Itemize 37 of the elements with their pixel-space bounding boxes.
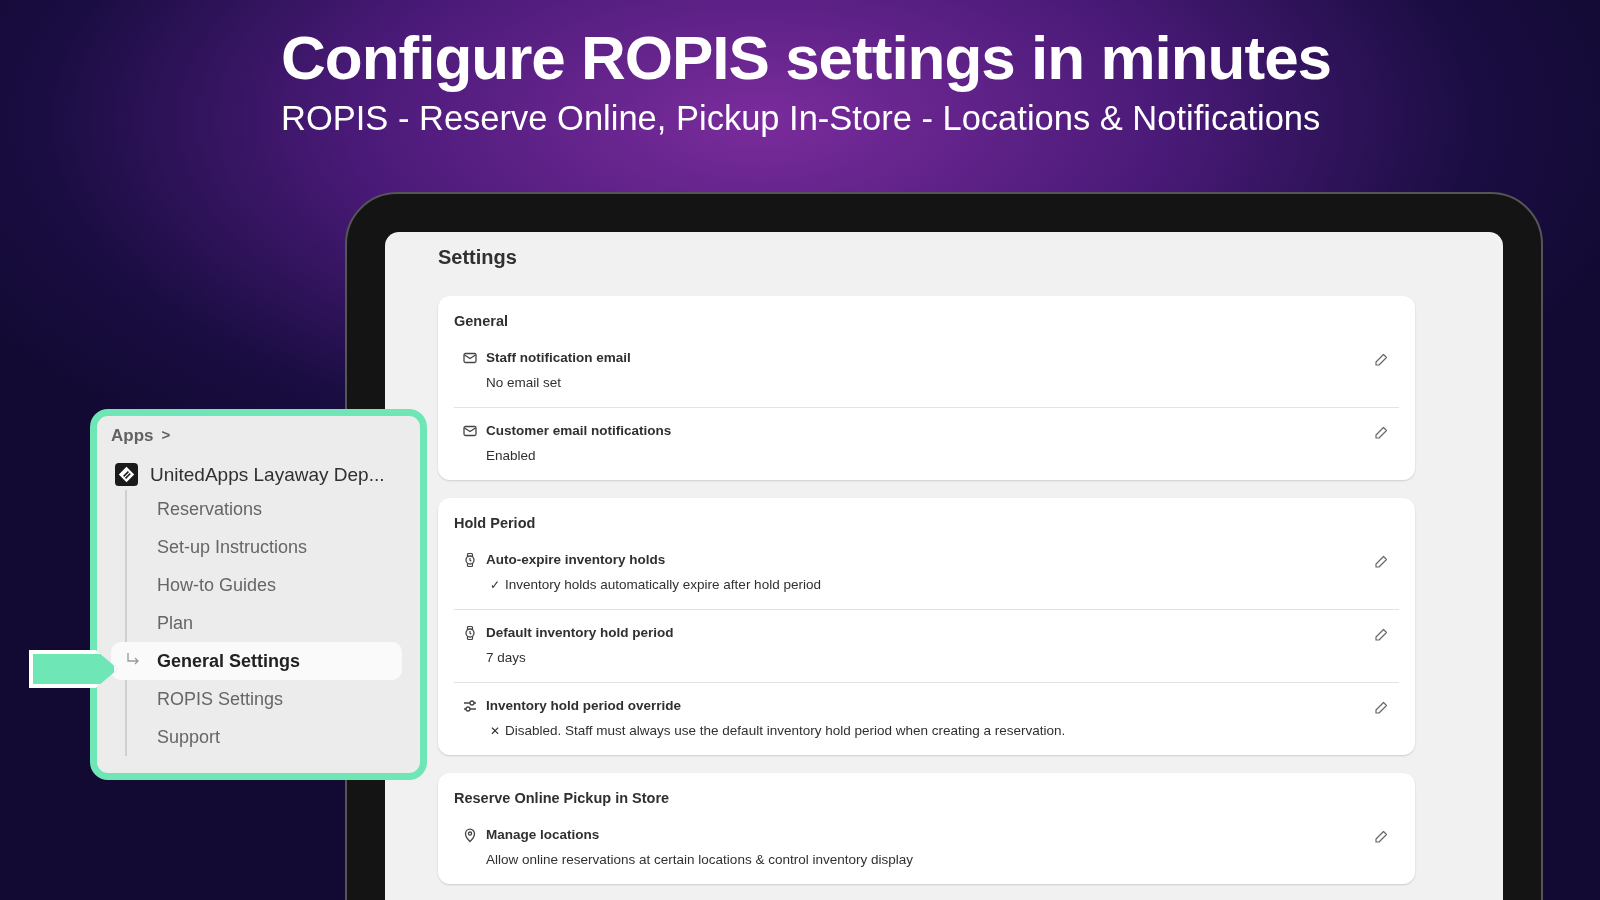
app-logo-icon	[115, 463, 138, 486]
setting-value: Inventory holds automatically expire after hold period	[505, 577, 821, 592]
page-title: Settings	[438, 246, 518, 269]
nav-item[interactable]: ROPIS Settings	[127, 680, 402, 718]
nav-item[interactable]: General Settings	[111, 642, 402, 680]
setting-value: Allow online reservations at certain locations & control inventory display	[486, 852, 913, 867]
app-name[interactable]: UnitedApps Layaway Dep...	[150, 463, 385, 486]
setting-value: No email set	[486, 375, 562, 390]
setting-title: Auto-expire inventory holds	[486, 552, 667, 567]
chevron-icon: >	[161, 426, 171, 446]
setting-value: Enabled	[486, 448, 536, 463]
sliders-icon	[462, 698, 478, 714]
watch-icon	[462, 625, 478, 641]
mail-icon	[462, 423, 478, 439]
setting-title: Default inventory hold period	[486, 625, 675, 640]
subheadline: ROPIS - Reserve Online, Pickup In-Store - Locations & Notifications	[280, 98, 1322, 138]
nav-item[interactable]: Support	[127, 718, 402, 756]
headline: Configure ROPIS settings in minutes	[280, 22, 1333, 94]
setting-title: Manage locations	[486, 827, 601, 842]
nav-item[interactable]: Plan	[127, 604, 402, 642]
section-title: Hold Period	[454, 515, 537, 531]
setting-value: 7 days	[486, 650, 526, 665]
setting-value: Disabled. Staff must always use the default inventory hold period when creating a reservation.	[505, 723, 1066, 738]
section-title: Reserve Online Pickup in Store	[454, 790, 671, 806]
setting-title: Inventory hold period override	[486, 698, 683, 713]
nav-item[interactable]: Reservations	[127, 490, 402, 528]
setting-title: Customer email notifications	[486, 423, 673, 438]
mail-icon	[462, 350, 478, 366]
nav-item[interactable]: How-to Guides	[127, 566, 402, 604]
nav-item[interactable]: Set-up Instructions	[127, 528, 402, 566]
location-pin-icon	[462, 827, 478, 843]
section-title: General	[454, 313, 509, 329]
watch-icon	[462, 552, 478, 568]
status-mark-icon: ✕	[490, 723, 500, 738]
breadcrumb-link[interactable]: Apps	[111, 426, 154, 446]
setting-title: Staff notification email	[486, 350, 632, 365]
status-mark-icon: ✓	[490, 577, 500, 592]
